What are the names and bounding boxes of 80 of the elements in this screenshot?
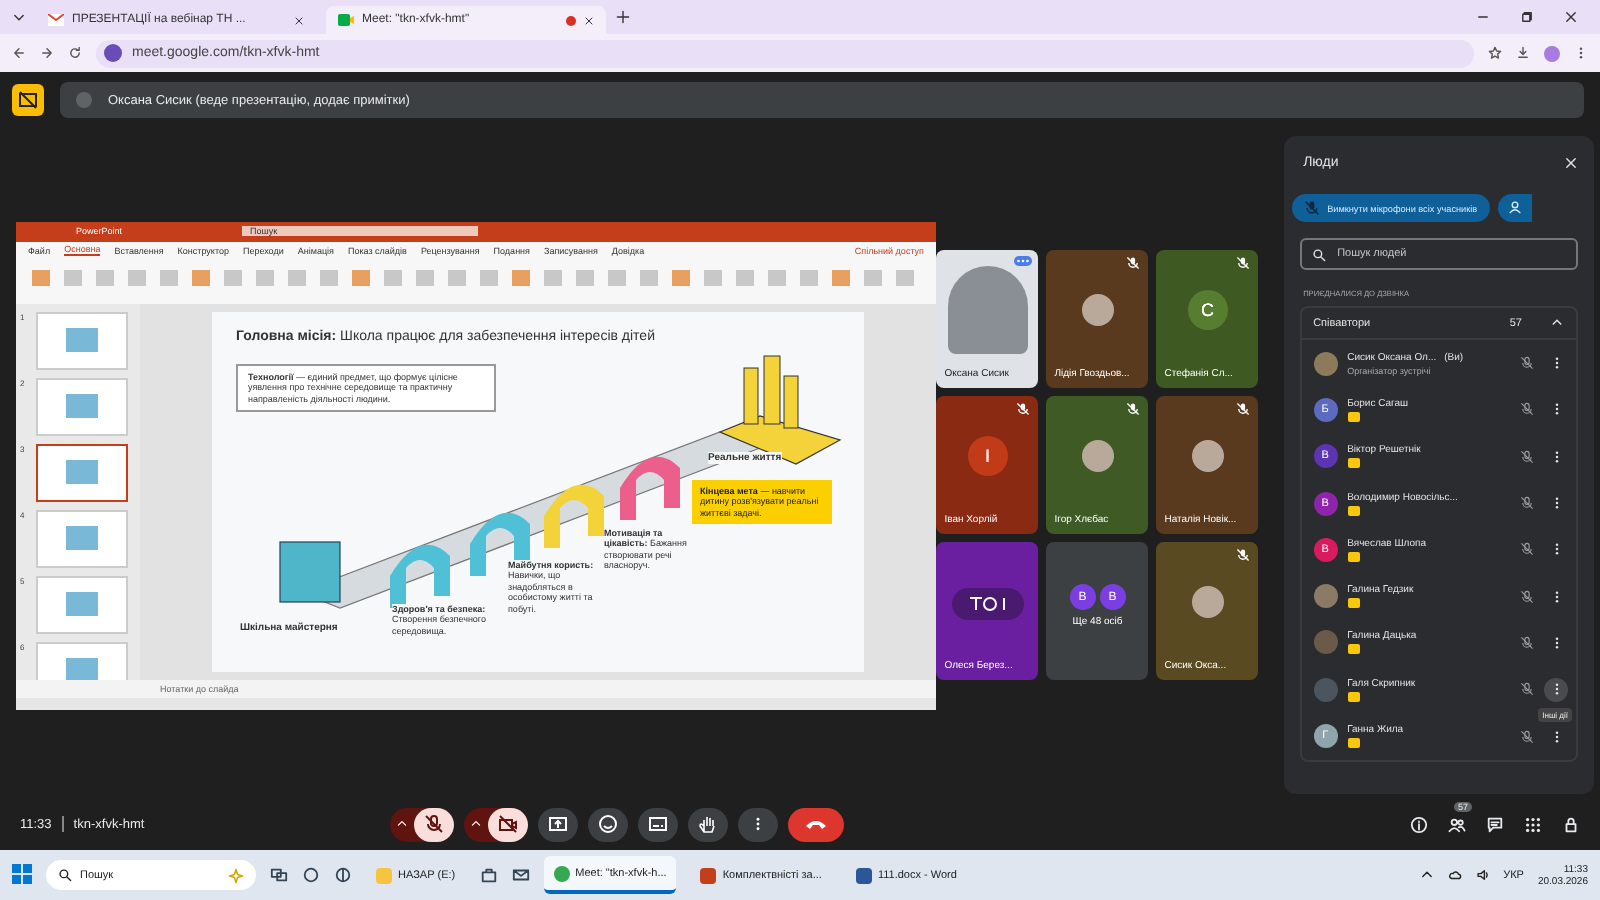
close-icon[interactable] [584,15,594,25]
slide-thumbnail[interactable] [36,443,128,501]
video-camera-icon [338,14,354,26]
people-icon[interactable] [1448,815,1466,833]
restore-icon[interactable] [1520,10,1534,24]
avatar-icon [1081,293,1114,325]
muted-mic-icon [1520,589,1534,604]
muted-mic-icon [1520,682,1534,697]
more-options-button[interactable] [738,807,779,841]
minimize-icon[interactable] [1476,10,1490,24]
add-person-button[interactable] [1497,194,1532,222]
close-icon[interactable] [1564,10,1578,24]
avatar-icon [1191,585,1224,617]
raise-hand-button[interactable] [688,807,729,841]
muted-mic-icon [1520,449,1534,464]
avatar-icon [1191,439,1224,471]
mail-icon[interactable] [511,866,530,884]
video-placeholder [947,265,1028,353]
app-icon [553,865,570,881]
emoji-button[interactable] [588,807,629,841]
person-icon [1507,200,1522,214]
browser-icon[interactable] [334,866,352,884]
app-icon [855,867,872,883]
muted-mic-icon [1520,729,1534,744]
store-icon[interactable] [479,866,498,884]
microphone-button[interactable] [414,807,455,841]
profile-icon[interactable] [1544,45,1560,61]
muted-mic-icon [1520,402,1534,417]
back-icon[interactable] [12,46,26,60]
presentation-icon[interactable] [12,84,44,116]
caret-icon [470,818,483,830]
sparkle-icon [228,867,244,883]
close-icon[interactable] [294,15,304,25]
star-icon[interactable] [1488,46,1502,60]
reload-icon[interactable] [68,46,82,60]
task-view-icon[interactable] [270,866,288,884]
captions-button[interactable] [638,807,679,841]
menu-icon[interactable] [1574,46,1588,60]
mail-icon [48,14,64,26]
caret-icon [396,818,409,830]
avatar-letter: С [1187,289,1228,329]
muted-mic-icon [1520,496,1534,511]
avatar-icon [1081,439,1114,471]
muted-mic-icon [1520,542,1534,557]
presenter-icon [76,92,92,108]
cloud-icon[interactable] [1447,868,1462,882]
app-icon [700,867,717,883]
search-icon [1311,247,1326,261]
end-call-button[interactable] [788,807,845,841]
phone-icon [804,816,829,832]
present-screen-icon [548,814,569,834]
hand-icon [698,814,719,834]
windows-start-icon[interactable] [12,863,32,887]
new-tab-icon[interactable] [616,10,630,24]
captions-icon [648,814,669,834]
microphone-icon [424,814,445,834]
speaker-icon[interactable] [1475,868,1490,882]
app-icon [376,867,392,883]
more-icon[interactable] [1014,256,1033,266]
site-icon [104,44,122,62]
search-icon [58,868,72,882]
tab-list-icon[interactable] [12,10,26,24]
grid-icon[interactable] [1524,815,1542,833]
camera-button[interactable] [488,807,529,841]
tray-chevron-icon[interactable] [1419,868,1434,882]
more-button[interactable] [1544,677,1568,702]
info-icon[interactable] [1410,815,1428,833]
muted-mic-icon [1520,635,1534,650]
muted-mic-icon [1303,200,1320,216]
muted-mic-icon [1520,356,1534,371]
smiley-icon [598,814,619,834]
lock-icon[interactable] [1562,815,1580,833]
download-icon[interactable] [1516,46,1530,60]
audio-indicator-icon [951,587,1024,619]
forward-icon[interactable] [40,46,54,60]
recording-icon [566,15,576,25]
chat-icon[interactable] [1486,815,1504,833]
camera-icon [498,814,519,834]
present-button[interactable] [538,807,579,841]
avatar-letter: І [967,435,1008,475]
